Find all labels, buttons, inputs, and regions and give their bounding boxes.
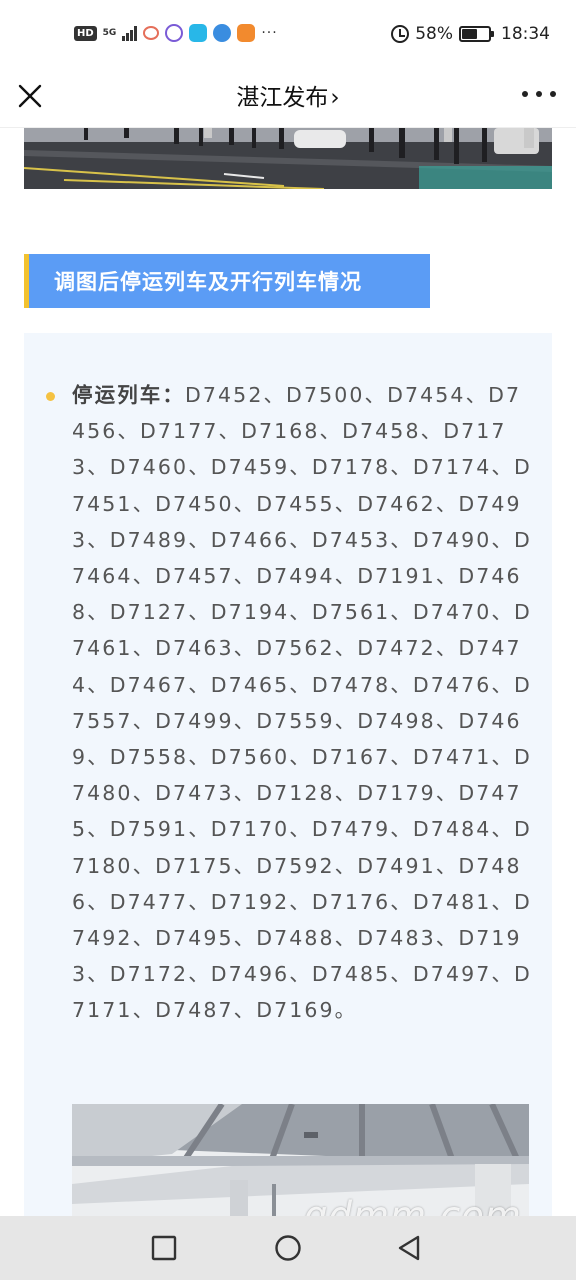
article-photo-top	[24, 128, 552, 189]
street-scene-graphic	[24, 128, 552, 189]
signal-icon	[122, 25, 138, 41]
status-right: 58% 18:34	[391, 24, 550, 44]
triangle-back-icon	[398, 1235, 420, 1261]
suspended-trains-list: D7452、D7500、D7454、D7456、D7177、D7168、D745…	[72, 383, 532, 1023]
content-box: 停运列车：D7452、D7500、D7454、D7456、D7177、D7168…	[24, 333, 552, 1274]
more-dot-icon	[522, 91, 528, 97]
section-header-accent	[24, 254, 29, 308]
recent-apps-button[interactable]	[150, 1234, 178, 1262]
section-header-text: 调图后停运列车及开行列车情况	[54, 270, 362, 294]
circle-icon	[275, 1235, 301, 1261]
alarm-icon	[391, 25, 410, 43]
bulb-app-icon	[189, 24, 208, 42]
bullet-dot-icon	[46, 392, 55, 401]
battery-icon	[459, 26, 494, 42]
more-dot-icon	[536, 91, 542, 97]
account-name: 湛江发布	[236, 85, 329, 111]
network-type: 5G	[102, 28, 117, 38]
more-notifications: ···	[261, 25, 278, 41]
status-left: HD 5G ···	[74, 24, 278, 42]
account-title[interactable]: 湛江发布›	[0, 78, 576, 112]
square-icon	[151, 1235, 177, 1261]
status-bar: HD 5G ··· 58% 18:34	[0, 0, 576, 70]
hd-badge: HD	[74, 25, 97, 41]
chat-app-icon	[165, 24, 184, 42]
suspended-trains-paragraph: 停运列车：D7452、D7500、D7454、D7456、D7177、D7168…	[72, 377, 536, 1029]
chevron-right-icon: ›	[330, 85, 340, 111]
globe-app-icon	[213, 24, 232, 42]
back-button[interactable]	[396, 1234, 424, 1262]
health-app-icon	[143, 26, 160, 40]
clock: 18:34	[501, 24, 550, 44]
video-app-icon	[237, 24, 256, 42]
section-header: 调图后停运列车及开行列车情况	[24, 254, 430, 308]
more-button[interactable]	[522, 82, 556, 106]
suspended-trains-label: 停运列车：	[72, 383, 185, 407]
more-dot-icon	[550, 91, 556, 97]
battery-percent: 58%	[415, 24, 453, 44]
title-bar: 湛江发布›	[0, 70, 576, 128]
home-button[interactable]	[274, 1234, 302, 1262]
system-nav-bar	[0, 1216, 576, 1280]
